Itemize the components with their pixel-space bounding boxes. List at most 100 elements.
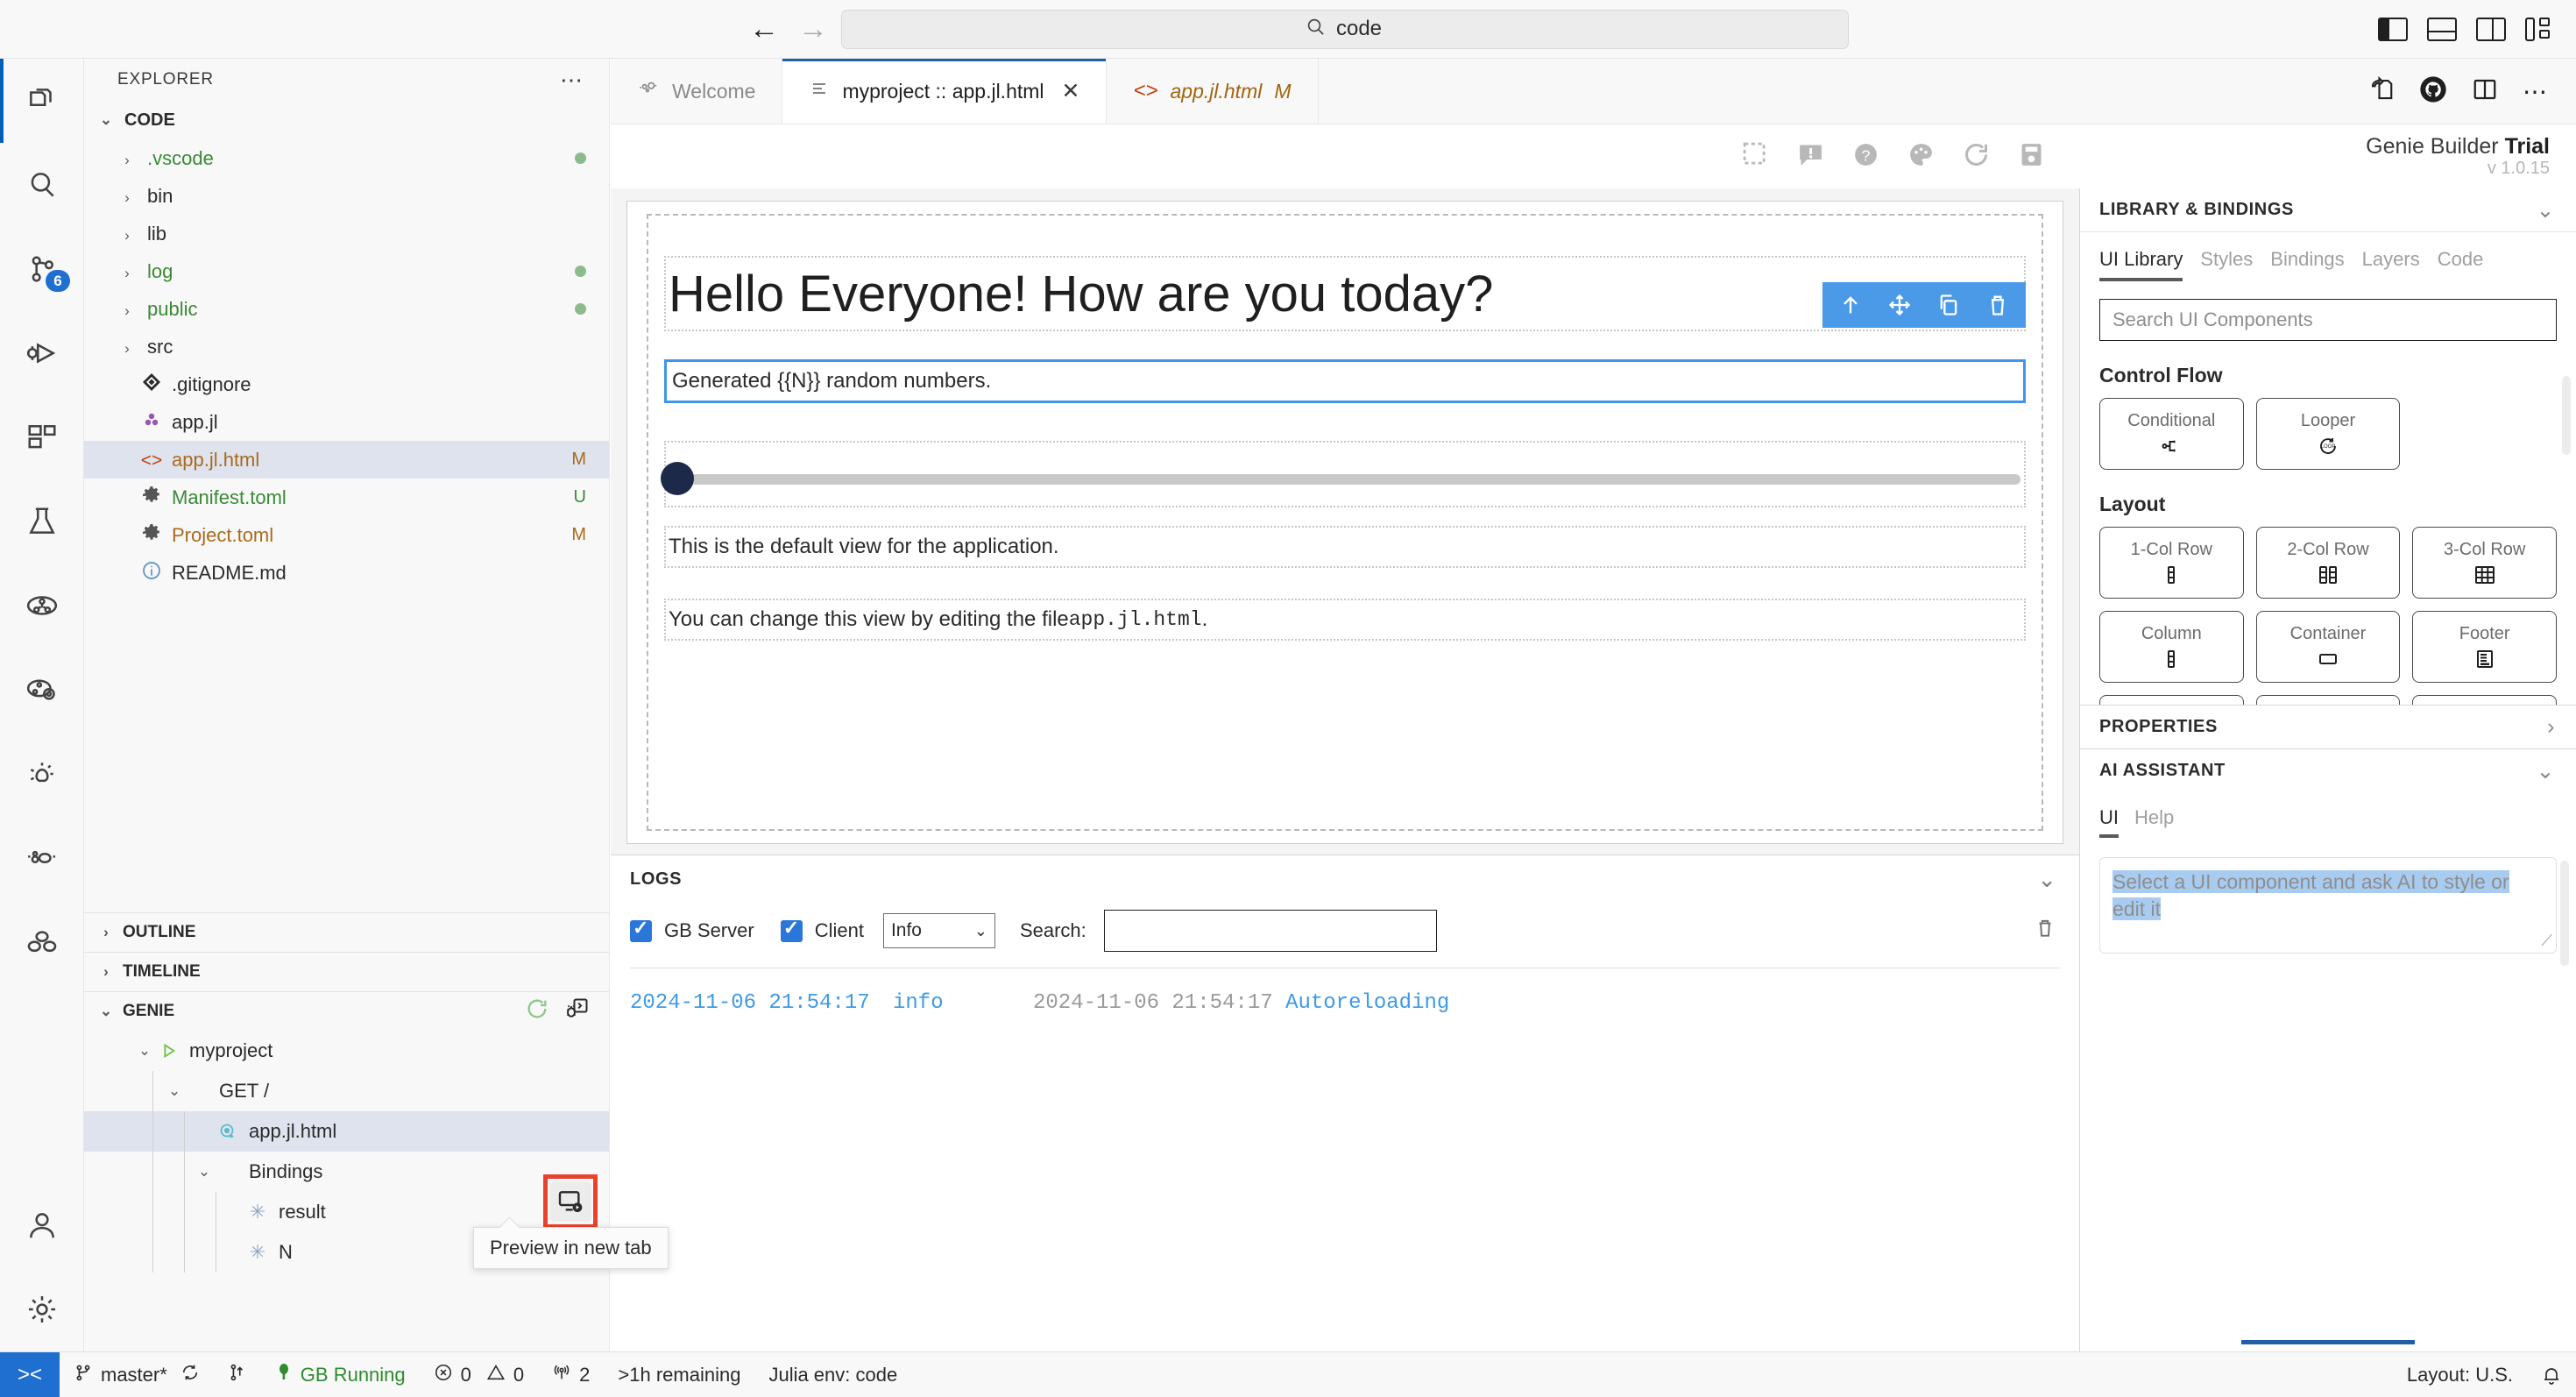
ui-component-sidebar-left[interactable]: Sidebar Left (2255, 695, 2401, 705)
ui-component-conditional[interactable]: Conditional (2099, 398, 2244, 470)
library-tab-ui-library[interactable]: UI Library (2099, 248, 2183, 281)
status-problems[interactable]: 0 0 (420, 1352, 539, 1397)
remote-window-icon[interactable]: >< (0, 1351, 60, 1397)
canvas-selected-paragraph[interactable]: Generated {{N}} random numbers. (664, 359, 2026, 403)
activitybar-item-accounts[interactable] (0, 1183, 84, 1267)
sidebar-panel-timeline[interactable]: › TIMELINE (84, 952, 609, 991)
logs-search-input[interactable] (1103, 910, 1437, 952)
client-checkbox[interactable] (780, 917, 803, 942)
ui-component-3-col-row[interactable]: 3-Col Row (2412, 527, 2557, 599)
sidebar-panel-outline[interactable]: › OUTLINE (84, 912, 609, 952)
sync-icon[interactable] (180, 1363, 200, 1387)
ui-component-sidebar-rig[interactable]: Sidebar Rig... (2412, 695, 2557, 705)
activitybar-item-extensions[interactable] (0, 395, 84, 479)
feedback-icon[interactable] (1796, 140, 1825, 174)
ui-component-header[interactable]: Header (2099, 695, 2244, 705)
more-actions-icon[interactable]: ⋯ (2523, 77, 2550, 106)
ai-submit-button-accent[interactable] (2241, 1340, 2415, 1344)
save-icon[interactable] (2017, 140, 2046, 174)
ui-component-column[interactable]: Column (2099, 611, 2244, 683)
status-branch[interactable]: master* (60, 1352, 214, 1397)
forward-arrow-icon[interactable]: → (798, 14, 828, 44)
ai-tab-help[interactable]: Help (2134, 806, 2174, 838)
file-tree-item-log[interactable]: › log (84, 252, 609, 290)
ellipsis-icon[interactable]: ⋯ (560, 67, 584, 94)
library-tab-code[interactable]: Code (2438, 248, 2484, 281)
tab-myproject-app-jl-html[interactable]: myproject :: app.jl.html ✕ (782, 59, 1108, 124)
refresh-icon[interactable] (525, 996, 549, 1026)
chevron-down-icon[interactable]: ⌄ (2536, 758, 2555, 784)
canvas-paragraph-1[interactable]: This is the default view for the applica… (664, 526, 2026, 568)
file-tree-item-project-toml[interactable]: Project.toml M (84, 516, 609, 554)
library-tab-styles[interactable]: Styles (2200, 248, 2253, 281)
properties-section-header[interactable]: PROPERTIES › (2080, 705, 2576, 748)
ui-components-search[interactable]: Search UI Components (2099, 299, 2557, 341)
help-icon[interactable]: ? (1851, 140, 1880, 174)
ai-assistant-scrollbar[interactable] (2560, 861, 2569, 966)
theme-palette-icon[interactable] (1907, 140, 1936, 174)
move-up-icon[interactable] (1826, 282, 1875, 328)
chevron-down-icon[interactable]: ⌄ (2536, 197, 2555, 223)
toggle-panel-icon[interactable] (2427, 17, 2457, 41)
toggle-primary-sidebar-icon[interactable] (2378, 17, 2408, 41)
ui-component-2-col-row[interactable]: 2-Col Row (2255, 527, 2401, 599)
trash-icon[interactable] (2034, 917, 2079, 945)
tab-welcome[interactable]: Welcome (611, 59, 783, 124)
activitybar-item-genie-apps[interactable] (0, 816, 84, 900)
slider-knob[interactable] (661, 462, 694, 495)
file-tree-item-app-jl[interactable]: app.jl (84, 403, 609, 441)
customize-layout-icon[interactable] (2525, 17, 2555, 41)
ai-assistant-section-header[interactable]: AI ASSISTANT ⌄ (2080, 748, 2576, 792)
file-tree-item-manifest-toml[interactable]: Manifest.toml U (84, 479, 609, 516)
genie-tree-item-get[interactable]: ⌄ GET / (84, 1071, 609, 1111)
file-tree-item-bin[interactable]: › bin (84, 177, 609, 215)
duplicate-icon[interactable] (1924, 282, 1973, 328)
ui-library-list[interactable]: Control Flow Conditional Looper LOOP Layout 1… (2080, 341, 2576, 705)
activitybar-item-run-and-debug[interactable] (0, 311, 84, 395)
bell-icon[interactable] (2527, 1352, 2576, 1397)
ai-tab-ui[interactable]: UI (2099, 806, 2119, 838)
status-gb-running[interactable]: GB Running (261, 1352, 420, 1397)
library-bindings-header[interactable]: LIBRARY & BINDINGS ⌄ (2080, 188, 2576, 232)
status-julia-env[interactable]: Julia env: code (754, 1352, 911, 1397)
genie-tree-item-myproject[interactable]: ⌄ myproject (84, 1031, 609, 1071)
file-tree-item-readme-md[interactable]: README.md (84, 554, 609, 592)
status-trial-remaining[interactable]: >1h remaining (604, 1352, 754, 1397)
activitybar-item-source-control[interactable]: 6 (0, 227, 84, 311)
close-icon[interactable]: ✕ (1062, 78, 1080, 104)
activitybar-item-settings[interactable] (0, 1267, 84, 1351)
activitybar-item-testing[interactable] (0, 479, 84, 564)
ui-component-container[interactable]: Container (2255, 611, 2401, 683)
library-tab-bindings[interactable]: Bindings (2270, 248, 2344, 281)
status-publish-branch[interactable] (214, 1352, 261, 1397)
reload-icon[interactable] (1962, 140, 1991, 174)
debug-console-icon[interactable] (565, 996, 590, 1026)
chevron-down-icon[interactable]: ⌄ (2037, 866, 2056, 893)
activitybar-item-genie-builder[interactable] (0, 732, 84, 816)
chevron-right-icon[interactable]: › (2547, 714, 2555, 740)
select-region-icon[interactable] (1741, 140, 1770, 174)
activitybar-item-search[interactable] (0, 143, 84, 227)
genie-tree-item-app-jl-html[interactable]: app.jl.html (84, 1111, 609, 1152)
genie-tree-item-bindings[interactable]: ⌄ Bindings (84, 1152, 609, 1192)
delete-icon[interactable] (1973, 282, 2022, 328)
explorer-root-code[interactable]: ⌄ CODE (84, 101, 609, 139)
file-tree-item-src[interactable]: › src (84, 328, 609, 365)
file-tree-item-public[interactable]: › public (84, 290, 609, 328)
activitybar-item-julia-inspector[interactable] (0, 648, 84, 732)
status-keyboard-layout[interactable]: Layout: U.S. (2393, 1352, 2527, 1397)
ui-component-footer[interactable]: Footer (2412, 611, 2557, 683)
toggle-secondary-sidebar-icon[interactable] (2476, 17, 2506, 41)
activitybar-item-julia-workspace[interactable] (0, 564, 84, 648)
ui-component-1-col-row[interactable]: 1-Col Row (2099, 527, 2244, 599)
log-level-select[interactable]: Info ⌄ (882, 913, 995, 948)
canvas-heading[interactable]: Hello Everyone! How are you today? (664, 256, 2026, 331)
preview-in-new-tab-button[interactable] (549, 1181, 591, 1222)
gb-server-checkbox[interactable] (630, 917, 652, 942)
activitybar-item-explorer[interactable] (0, 59, 84, 143)
file-tree-item-gitignore[interactable]: .gitignore (84, 365, 609, 403)
sidebar-panel-genie[interactable]: ⌄ GENIE (84, 991, 609, 1031)
library-tab-layers[interactable]: Layers (2362, 248, 2420, 281)
open-changes-icon[interactable] (2368, 75, 2395, 107)
canvas-slider[interactable] (661, 441, 2026, 507)
